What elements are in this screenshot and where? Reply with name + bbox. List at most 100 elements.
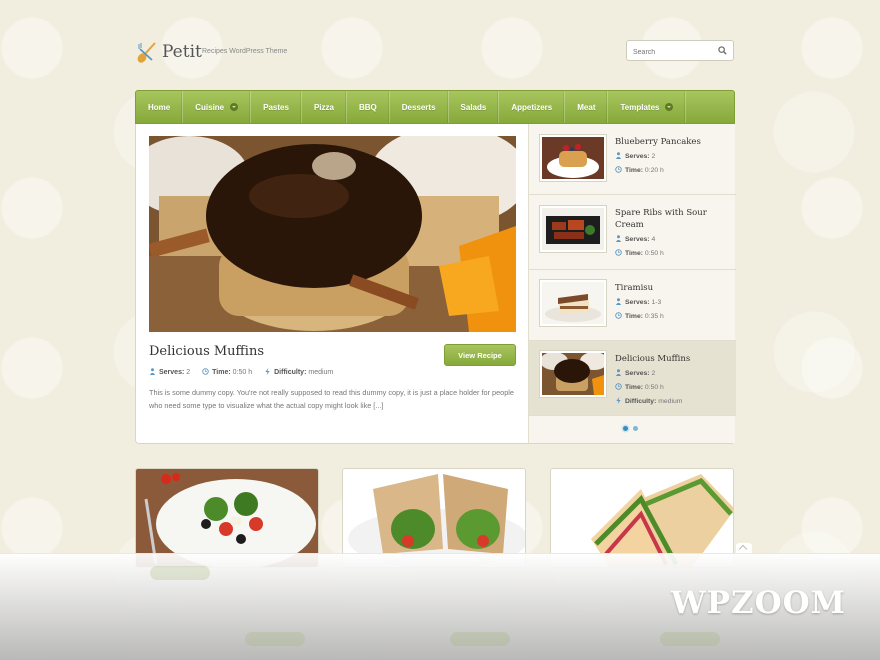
nav-item-appetizers[interactable]: Appetizers xyxy=(499,91,566,123)
slider-pagination xyxy=(623,426,638,431)
time-value: 0:50 h xyxy=(644,384,664,391)
nav-item-templates[interactable]: Templates xyxy=(608,91,687,123)
site-logo[interactable]: Petit xyxy=(136,40,202,64)
faded-element xyxy=(150,566,210,580)
faded-element xyxy=(660,632,720,646)
tiramisu-photo xyxy=(542,282,604,324)
featured-recipe-title[interactable]: Delicious Muffins xyxy=(149,344,264,359)
serves-label: Serves: xyxy=(625,299,650,306)
nav-item-pizza[interactable]: Pizza xyxy=(302,91,347,123)
time-meta: Time: 0:20 h xyxy=(615,166,664,174)
site-header: Petit Recipes WordPress Theme xyxy=(136,40,734,70)
muffin-photo xyxy=(149,136,516,332)
chevron-down-icon xyxy=(230,103,239,111)
spare-ribs-photo xyxy=(542,208,604,250)
difficulty-meta: Difficulty: medium xyxy=(615,397,682,405)
time-meta: Time: 0:50 h xyxy=(202,368,252,376)
recipe-title[interactable]: Delicious Muffins xyxy=(615,353,727,365)
site-title[interactable]: Petit xyxy=(162,42,202,62)
featured-recipe-excerpt: This is some dummy copy. You're not real… xyxy=(149,388,514,410)
muffin-thumb-photo xyxy=(542,353,604,395)
serves-label: Serves: xyxy=(625,153,650,160)
search-box xyxy=(626,40,734,62)
nav-item-bbq[interactable]: BBQ xyxy=(347,91,390,123)
slider-dot-2[interactable] xyxy=(633,426,638,431)
nav-label: BBQ xyxy=(358,102,377,112)
nav-item-salads[interactable]: Salads xyxy=(449,91,500,123)
list-item[interactable]: Tiramisu Serves: 1-3 Time: 0:35 h xyxy=(529,270,736,341)
nav-item-cuisine[interactable]: Cuisine xyxy=(183,91,252,123)
recipe-thumbnail[interactable] xyxy=(540,206,606,252)
faded-element xyxy=(245,632,305,646)
nav-label: Templates xyxy=(620,102,660,112)
person-icon xyxy=(615,235,622,242)
clock-icon xyxy=(615,166,622,173)
difficulty-value: medium xyxy=(308,369,334,376)
recipe-thumbnail[interactable] xyxy=(540,135,606,181)
time-label: Time: xyxy=(625,313,644,320)
serves-label: Serves: xyxy=(625,236,650,243)
person-icon xyxy=(149,368,156,375)
difficulty-value: medium xyxy=(658,398,683,405)
difficulty-label: Difficulty: xyxy=(274,369,307,376)
wpzoom-watermark: WPZOOM xyxy=(670,585,846,621)
nav-label: Salads xyxy=(460,102,487,112)
recipe-thumbnail[interactable] xyxy=(540,280,606,326)
serves-value: 2 xyxy=(186,369,191,376)
serves-label: Serves: xyxy=(625,370,650,377)
time-value: 0:35 h xyxy=(644,313,664,320)
clock-icon xyxy=(615,249,622,256)
search-icon[interactable] xyxy=(718,46,727,55)
view-recipe-button[interactable]: View Recipe xyxy=(444,344,516,366)
list-item[interactable]: Spare Ribs with Sour Cream Serves: 4 Tim… xyxy=(529,195,736,270)
person-icon xyxy=(615,298,622,305)
chevron-down-icon xyxy=(665,103,674,111)
slider-dot-1[interactable] xyxy=(623,426,628,431)
serves-meta: Serves: 2 xyxy=(149,368,190,376)
serves-meta: Serves: 1-3 xyxy=(615,298,661,306)
featured-recipe-image[interactable] xyxy=(149,136,516,332)
list-item[interactable]: Blueberry Pancakes Serves: 2 Time: 0:20 … xyxy=(529,124,736,195)
time-value: 0:50 h xyxy=(232,369,253,376)
nav-label: Pastes xyxy=(263,102,289,112)
time-meta: Time: 0:50 h xyxy=(615,383,664,391)
nav-label: Pizza xyxy=(313,102,334,112)
recipe-title[interactable]: Blueberry Pancakes xyxy=(615,136,727,148)
serves-meta: Serves: 4 xyxy=(615,235,655,243)
clock-icon xyxy=(615,312,622,319)
search-input[interactable] xyxy=(627,43,713,62)
time-label: Time: xyxy=(625,167,644,174)
recipe-title[interactable]: Tiramisu xyxy=(615,282,727,294)
serves-value: 2 xyxy=(651,153,656,160)
time-value: 0:50 h xyxy=(644,250,664,257)
featured-recipe-meta: Serves: 2 Time: 0:50 h Difficulty: mediu… xyxy=(149,368,333,376)
faded-element xyxy=(450,632,510,646)
site-tagline: Recipes WordPress Theme xyxy=(202,48,288,55)
lightning-icon xyxy=(616,397,621,404)
featured-slider: Delicious Muffins View Recipe Serves: 2 … xyxy=(135,124,736,444)
time-meta: Time: 0:50 h xyxy=(615,249,664,257)
nav-label: Meat xyxy=(577,102,596,112)
time-label: Time: xyxy=(625,250,644,257)
recipe-thumbnail[interactable] xyxy=(540,351,606,397)
main-nav: Home Cuisine Pastes Pizza BBQ Desserts S… xyxy=(135,90,735,124)
person-icon xyxy=(615,369,622,376)
nav-item-home[interactable]: Home xyxy=(136,91,184,123)
time-label: Time: xyxy=(625,384,644,391)
person-icon xyxy=(615,152,622,159)
list-item-active[interactable]: Delicious Muffins Serves: 2 Time: 0:50 h… xyxy=(529,341,736,416)
time-label: Time: xyxy=(212,369,231,376)
serves-meta: Serves: 2 xyxy=(615,369,655,377)
nav-item-pastes[interactable]: Pastes xyxy=(251,91,302,123)
pancakes-photo xyxy=(542,137,604,179)
time-value: 0:20 h xyxy=(644,167,664,174)
serves-value: 1-3 xyxy=(651,299,662,306)
nav-item-desserts[interactable]: Desserts xyxy=(390,91,449,123)
nav-item-meat[interactable]: Meat xyxy=(565,91,609,123)
lightning-icon xyxy=(265,368,270,375)
serves-value: 4 xyxy=(651,236,656,243)
difficulty-label: Difficulty: xyxy=(625,398,657,405)
time-meta: Time: 0:35 h xyxy=(615,312,664,320)
recipe-title[interactable]: Spare Ribs with Sour Cream xyxy=(615,207,727,231)
clock-icon xyxy=(615,383,622,390)
